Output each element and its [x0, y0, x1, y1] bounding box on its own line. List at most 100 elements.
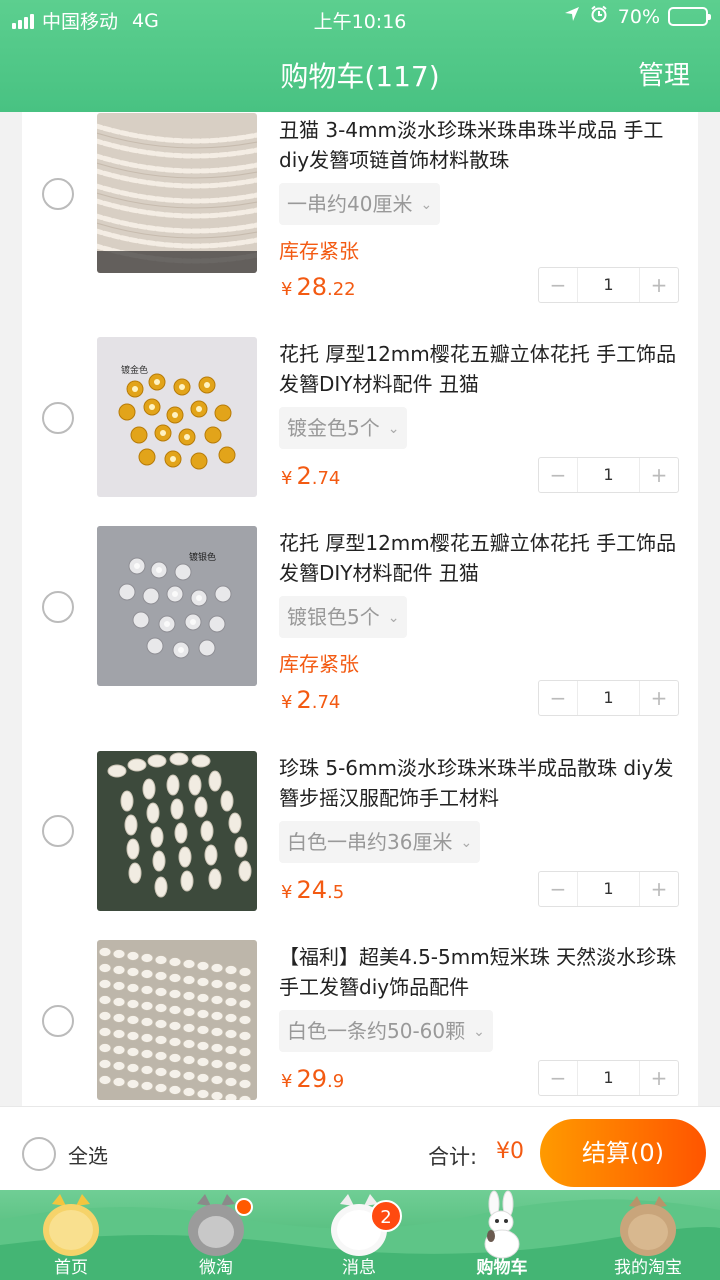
total-value: ¥0	[496, 1139, 524, 1164]
stock-warning: 库存紧张	[279, 652, 359, 676]
increase-button[interactable]: +	[640, 872, 678, 906]
silver-flower-caps-image: 镀银色	[97, 526, 257, 686]
currency-symbol: ¥	[281, 468, 293, 489]
select-all[interactable]: 全选	[22, 1137, 108, 1171]
product-title[interactable]: 花托 厚型12mm樱花五瓣立体花托 手工饰品发簪DIY材料配件 丑猫	[279, 339, 679, 399]
item-checkbox[interactable]	[42, 1005, 74, 1037]
checkout-bar: 全选 合计: ¥0 结算(0)	[0, 1106, 720, 1190]
chevron-down-icon: ⌄	[387, 421, 400, 437]
product-title[interactable]: 丑猫 3-4mm淡水珍珠米珠串珠半成品 手工diy发簪项链首饰材料散珠	[279, 115, 679, 175]
product-title[interactable]: 【福利】超美4.5-5mm短米珠 天然淡水珍珠 手工发簪diy饰品配件	[279, 942, 679, 1002]
tab-label: 消息	[342, 1258, 376, 1278]
location-arrow-icon	[564, 6, 580, 27]
decrease-button[interactable]: −	[539, 268, 577, 302]
image-caption: 镀金色	[121, 364, 148, 376]
checkout-button[interactable]: 结算(0)	[540, 1119, 706, 1187]
product-image[interactable]	[97, 940, 257, 1100]
price-integer: 2	[296, 462, 312, 490]
sku-selector[interactable]: 镀金色5个 ⌄	[279, 407, 408, 449]
sku-selector[interactable]: 白色一串约36厘米 ⌄	[279, 821, 481, 863]
quantity-value[interactable]: 1	[577, 872, 640, 906]
tab-my-taobao[interactable]: 我的淘宝	[593, 1190, 703, 1280]
item-checkbox[interactable]	[42, 815, 74, 847]
chevron-down-icon: ⌄	[460, 835, 473, 851]
alarm-icon	[590, 5, 608, 28]
increase-button[interactable]: +	[640, 458, 678, 492]
sku-label: 白色一条约50-60颗	[287, 1019, 466, 1043]
price-integer: 28	[296, 273, 327, 301]
quantity-value[interactable]: 1	[577, 458, 640, 492]
currency-symbol: ¥	[281, 1071, 293, 1092]
cart-list[interactable]: 丑猫 3-4mm淡水珍珠米珠串珠半成品 手工diy发簪项链首饰材料散珠 一串约4…	[22, 112, 698, 1106]
select-all-label: 全选	[68, 1143, 108, 1168]
page-title: 购物车(117)	[280, 60, 440, 93]
manage-button[interactable]: 管理	[638, 55, 690, 92]
image-caption: 镀银色	[189, 551, 216, 563]
product-image[interactable]	[97, 113, 257, 273]
decrease-button[interactable]: −	[539, 872, 577, 906]
price-decimal: .22	[327, 279, 356, 300]
item-checkbox[interactable]	[42, 402, 74, 434]
increase-button[interactable]: +	[640, 681, 678, 715]
sku-selector[interactable]: 白色一条约50-60颗 ⌄	[279, 1010, 493, 1052]
increase-button[interactable]: +	[640, 1061, 678, 1095]
quantity-stepper: − 1 +	[538, 871, 679, 907]
message-count-badge: 2	[370, 1200, 402, 1232]
price-decimal: .9	[327, 1071, 345, 1092]
sku-label: 白色一串约36厘米	[287, 830, 453, 854]
price-integer: 24	[296, 876, 327, 904]
increase-button[interactable]: +	[640, 268, 678, 302]
product-image[interactable]: 镀银色	[97, 526, 257, 686]
price: ¥29.9	[281, 1065, 344, 1093]
quantity-stepper: − 1 +	[538, 1060, 679, 1096]
currency-symbol: ¥	[281, 882, 293, 903]
select-all-checkbox[interactable]	[22, 1137, 56, 1171]
short-rice-pearls-image	[97, 940, 257, 1100]
battery-percent: 70%	[617, 5, 660, 28]
quantity-stepper: − 1 +	[538, 267, 679, 303]
status-bar: 中国移动 4G 上午10:16 70%	[0, 0, 720, 38]
product-image[interactable]: 镀金色	[97, 337, 257, 497]
chevron-down-icon: ⌄	[420, 197, 433, 213]
price-decimal: .74	[311, 468, 341, 489]
rabbit-icon	[484, 1190, 520, 1259]
stock-warning: 库存紧张	[279, 239, 359, 263]
product-title[interactable]: 花托 厚型12mm樱花五瓣立体花托 手工饰品发簪DIY材料配件 丑猫	[279, 528, 679, 588]
price-integer: 29	[296, 1065, 327, 1093]
price: ¥24.5	[281, 876, 344, 904]
decrease-button[interactable]: −	[539, 681, 577, 715]
quantity-value[interactable]: 1	[577, 268, 640, 302]
tab-weitao[interactable]: 微淘	[161, 1190, 271, 1280]
sku-label: 镀金色5个	[287, 416, 380, 440]
rice-pearls-image	[97, 751, 257, 911]
quantity-stepper: − 1 +	[538, 680, 679, 716]
item-checkbox[interactable]	[42, 591, 74, 623]
item-checkbox[interactable]	[42, 178, 74, 210]
product-image[interactable]	[97, 751, 257, 911]
quantity-value[interactable]: 1	[577, 1061, 640, 1095]
currency-symbol: ¥	[281, 279, 293, 300]
brown-fluffy-cat-icon	[620, 1196, 676, 1256]
tab-label: 购物车	[476, 1258, 528, 1278]
sku-selector[interactable]: 一串约40厘米 ⌄	[279, 183, 441, 225]
tab-label: 我的淘宝	[614, 1258, 682, 1278]
gold-flower-caps-image: 镀金色	[97, 337, 257, 497]
pearl-strands-image	[97, 113, 257, 273]
tab-cart[interactable]: 购物车	[447, 1190, 557, 1280]
sku-selector[interactable]: 镀银色5个 ⌄	[279, 596, 408, 638]
decrease-button[interactable]: −	[539, 458, 577, 492]
price-decimal: .5	[327, 882, 345, 903]
notification-dot	[235, 1198, 253, 1216]
price: ¥28.22	[281, 273, 356, 301]
yellow-fluffy-cat-icon	[43, 1194, 99, 1256]
total-label: 合计:	[428, 1145, 478, 1169]
price: ¥2.74	[281, 686, 340, 714]
tab-messages[interactable]: 2 消息	[304, 1190, 414, 1280]
quantity-value[interactable]: 1	[577, 681, 640, 715]
tab-label: 微淘	[199, 1258, 233, 1278]
decrease-button[interactable]: −	[539, 1061, 577, 1095]
tab-home[interactable]: 首页	[16, 1190, 126, 1280]
price-decimal: .74	[311, 692, 341, 713]
product-title[interactable]: 珍珠 5-6mm淡水珍珠米珠半成品散珠 diy发簪步摇汉服配饰手工材料	[279, 753, 679, 813]
price-integer: 2	[296, 686, 312, 714]
